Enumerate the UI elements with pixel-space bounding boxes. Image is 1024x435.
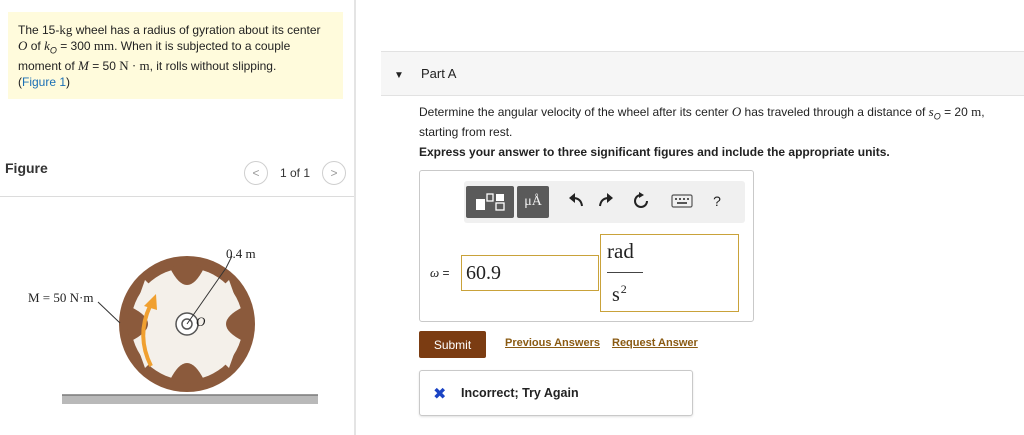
- wheel-figure: 0.4 m M = 50 N·m O: [28, 246, 318, 404]
- paren: ): [66, 75, 71, 90]
- problem-line-1: The 15-kg wheel has a radius of gyration…: [18, 22, 333, 38]
- unit-numerator: rad: [607, 239, 634, 263]
- problem-statement: The 15-kg wheel has a radius of gyration…: [8, 12, 343, 99]
- moment-symbol: M: [78, 58, 89, 74]
- unit-denominator-base: s: [612, 284, 620, 306]
- figure-title: Figure: [5, 160, 48, 176]
- gyration-value: = 300: [56, 39, 94, 53]
- chevron-left-icon: <: [252, 166, 260, 180]
- answer-value-input[interactable]: 60.9: [461, 255, 599, 291]
- math-toolbar: μÅ ?: [464, 181, 745, 223]
- collapse-caret-icon[interactable]: ▼: [394, 70, 404, 81]
- moment-value: = 50: [88, 59, 120, 74]
- undo-button[interactable]: [565, 190, 587, 212]
- problem-text: The 15-: [18, 23, 60, 37]
- question-text: Determine the angular velocity of the wh…: [419, 104, 1019, 140]
- problem-text: , it rolls without slipping.: [149, 59, 277, 74]
- problem-text: wheel has a radius of gyration about its…: [72, 23, 321, 37]
- problem-line-2: O of kO = 300 mm. When it is subjected t…: [18, 38, 333, 58]
- figure-page-indicator: 1 of 1: [279, 166, 311, 180]
- radius-label: 0.4 m: [226, 246, 256, 261]
- center-label: O: [196, 314, 206, 329]
- moment-leader: [97, 301, 121, 324]
- problem-line-4: (Figure 1): [18, 74, 333, 90]
- omega-symbol: ω: [430, 265, 440, 280]
- submit-button[interactable]: Submit: [419, 331, 486, 358]
- question-part: has traveled through a distance of: [741, 105, 929, 119]
- ground-surface: [62, 395, 318, 404]
- units-button[interactable]: μÅ: [517, 186, 549, 218]
- figure-pager: < 1 of 1 >: [244, 160, 346, 186]
- templates-icon: [476, 193, 505, 211]
- mass-unit: kg: [59, 22, 73, 37]
- reset-icon: [634, 192, 648, 208]
- next-figure-button[interactable]: >: [322, 161, 346, 185]
- help-button[interactable]: ?: [708, 190, 726, 212]
- question-part: ,: [981, 105, 985, 119]
- units-icon: μÅ: [524, 194, 542, 209]
- incorrect-x-icon: ✖: [433, 386, 447, 403]
- answer-variable-label: ω =: [430, 265, 450, 281]
- figure-divider: [0, 196, 354, 197]
- part-label[interactable]: Part A: [421, 66, 456, 81]
- unit-denominator: s2: [612, 282, 627, 307]
- moment-unit: N · m: [119, 58, 150, 74]
- part-header[interactable]: [381, 51, 1024, 96]
- distance-value: = 20: [940, 105, 972, 119]
- fraction-bar: [607, 272, 643, 273]
- moment-label: M = 50 N·m: [28, 290, 93, 305]
- distance-unit: m: [971, 104, 982, 119]
- question-part: Determine the angular velocity of the wh…: [419, 105, 732, 119]
- previous-answers-link[interactable]: Previous Answers: [505, 337, 600, 349]
- center-symbol: O: [731, 104, 742, 119]
- chevron-right-icon: >: [330, 166, 338, 180]
- distance-subscript: O: [933, 111, 941, 122]
- equals-sign: =: [439, 266, 450, 280]
- undo-icon: [569, 193, 583, 207]
- question-line-2: starting from rest.: [419, 125, 513, 140]
- answer-instruction: Express your answer to three significant…: [419, 145, 890, 159]
- redo-button[interactable]: [595, 190, 617, 212]
- request-answer-link[interactable]: Request Answer: [612, 337, 698, 349]
- center-symbol: O: [18, 38, 28, 53]
- unit-exponent: 2: [620, 282, 627, 296]
- length-unit: mm: [93, 38, 115, 53]
- problem-text: . When it is subjected to a couple: [114, 39, 291, 53]
- gyration-subscript: O: [49, 45, 57, 56]
- problem-line-3: moment of M = 50 N · m, it rolls without…: [18, 58, 333, 74]
- keyboard-icon: [671, 194, 693, 208]
- figure-link[interactable]: Figure 1: [22, 75, 66, 89]
- answer-panel: μÅ ? ω = 60.9 rad s2: [419, 170, 754, 322]
- keyboard-button[interactable]: [669, 190, 695, 212]
- answer-units-input[interactable]: rad s2: [600, 234, 739, 312]
- prev-figure-button[interactable]: <: [244, 161, 268, 185]
- column-divider: [354, 0, 356, 435]
- problem-text: moment of: [18, 59, 79, 74]
- feedback-box: ✖ Incorrect; Try Again: [419, 370, 693, 416]
- feedback-text: Incorrect; Try Again: [461, 386, 579, 400]
- templates-button[interactable]: [466, 186, 514, 218]
- reset-button[interactable]: [630, 190, 652, 212]
- problem-text: of: [27, 39, 45, 53]
- redo-icon: [599, 193, 613, 207]
